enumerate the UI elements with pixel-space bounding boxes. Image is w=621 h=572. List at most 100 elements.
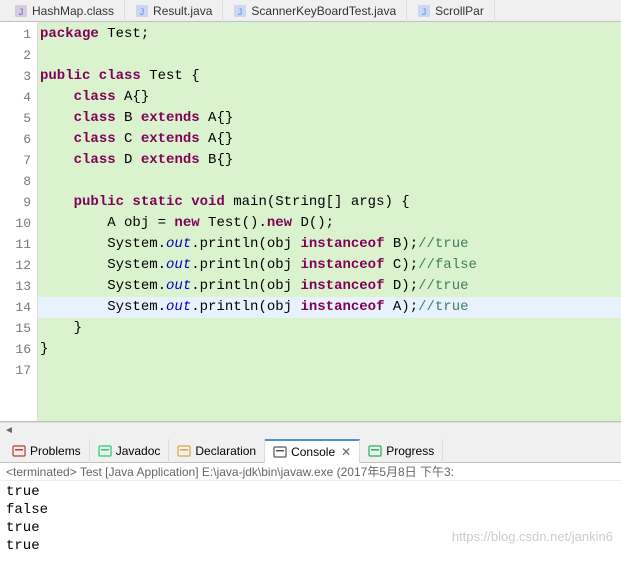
field-token: out: [166, 299, 191, 315]
code-line[interactable]: [38, 45, 621, 66]
comment-token: //true: [418, 236, 468, 252]
text-token: C: [116, 131, 141, 147]
line-number: 1: [0, 24, 37, 45]
java-file-icon: J: [417, 4, 431, 18]
code-line[interactable]: System.out.println(obj instanceof D);//t…: [38, 276, 621, 297]
code-line[interactable]: System.out.println(obj instanceof B);//t…: [38, 234, 621, 255]
text-token: .println(obj: [191, 278, 300, 294]
editor-tab-label: Result.java: [153, 4, 212, 18]
problems-icon: [12, 444, 26, 458]
editor-tab[interactable]: J Result.java: [125, 0, 223, 22]
code-line[interactable]: package Test;: [38, 24, 621, 45]
keyword-token: class: [74, 131, 116, 147]
code-line[interactable]: }: [38, 318, 621, 339]
text-token: .println(obj: [191, 299, 300, 315]
bottom-tab-console[interactable]: Console ✕: [265, 439, 360, 463]
console-status-line: <terminated> Test [Java Application] E:\…: [0, 463, 621, 481]
text-token: System.: [40, 257, 166, 273]
line-number: 8: [0, 171, 37, 192]
comment-token: //true: [418, 299, 468, 315]
code-line[interactable]: A obj = new Test().new D();: [38, 213, 621, 234]
svg-text:J: J: [238, 7, 243, 17]
line-number: 15: [0, 318, 37, 339]
text-token: [40, 110, 74, 126]
code-line[interactable]: class A{}: [38, 87, 621, 108]
bottom-tab-label: Javadoc: [116, 444, 161, 458]
code-line[interactable]: }: [38, 339, 621, 360]
console-line: true: [6, 483, 615, 501]
text-token: System.: [40, 236, 166, 252]
java-file-icon: J: [233, 4, 247, 18]
text-token: main(String[] args) {: [225, 194, 410, 210]
editor-tabbar: JHashMap.classJResult.javaJScannerKeyBoa…: [0, 0, 621, 22]
editor-tab-label: ScrollPar: [435, 4, 484, 18]
editor-tab-label: ScannerKeyBoardTest.java: [251, 4, 396, 18]
text-token: B: [116, 110, 141, 126]
keyword-token: class: [74, 110, 116, 126]
keyword-token: public class: [40, 68, 141, 84]
text-token: B);: [384, 236, 418, 252]
line-number: 12: [0, 255, 37, 276]
keyword-token: class: [74, 89, 116, 105]
code-line[interactable]: class C extends A{}: [38, 129, 621, 150]
keyword-token: extends: [141, 110, 200, 126]
bottom-tab-declaration[interactable]: Declaration: [169, 439, 265, 463]
keyword-token: instanceof: [300, 236, 384, 252]
text-token: D();: [292, 215, 334, 231]
text-token: C);: [384, 257, 418, 273]
code-line[interactable]: [38, 360, 621, 381]
text-token: [40, 89, 74, 105]
line-number: 16: [0, 339, 37, 360]
svg-text:J: J: [19, 7, 24, 17]
comment-token: //false: [418, 257, 477, 273]
code-line[interactable]: [38, 171, 621, 192]
console-line: false: [6, 501, 615, 519]
text-token: Test().: [200, 215, 267, 231]
java-file-icon: J: [135, 4, 149, 18]
bottom-tab-label: Declaration: [195, 444, 256, 458]
editor-tab[interactable]: J ScannerKeyBoardTest.java: [223, 0, 407, 22]
line-number-gutter: 1234567891011121314151617: [0, 22, 38, 421]
line-number: 13: [0, 276, 37, 297]
editor-horizontal-scrollbar[interactable]: ◄: [0, 422, 621, 439]
editor-area: 1234567891011121314151617 package Test;p…: [0, 22, 621, 422]
code-editor[interactable]: package Test; public class Test { class A…: [38, 22, 621, 421]
keyword-token: instanceof: [300, 257, 384, 273]
text-token: [40, 152, 74, 168]
field-token: out: [166, 278, 191, 294]
svg-text:J: J: [422, 7, 427, 17]
bottom-tab-problems[interactable]: Problems: [4, 439, 90, 463]
field-token: out: [166, 257, 191, 273]
editor-tab[interactable]: JHashMap.class: [4, 0, 125, 22]
line-number: 3: [0, 66, 37, 87]
line-number: 5: [0, 108, 37, 129]
line-number: 6: [0, 129, 37, 150]
bottom-tab-label: Console: [291, 445, 335, 459]
keyword-token: package: [40, 26, 99, 42]
code-line[interactable]: System.out.println(obj instanceof A);//t…: [38, 297, 621, 318]
console-output[interactable]: truefalsetruetrue: [0, 481, 621, 557]
line-number: 10: [0, 213, 37, 234]
code-line[interactable]: public class Test {: [38, 66, 621, 87]
bottom-tab-label: Progress: [386, 444, 434, 458]
line-number: 11: [0, 234, 37, 255]
watermark-text: https://blog.csdn.net/jankin6: [452, 529, 613, 544]
editor-tab[interactable]: J ScrollPar: [407, 0, 495, 22]
keyword-token: public static void: [74, 194, 225, 210]
scroll-left-arrow-icon[interactable]: ◄: [4, 425, 14, 436]
bottom-tab-javadoc[interactable]: Javadoc: [90, 439, 170, 463]
text-token: }: [40, 341, 48, 357]
keyword-token: extends: [141, 152, 200, 168]
code-line[interactable]: System.out.println(obj instanceof C);//f…: [38, 255, 621, 276]
bottom-tab-progress[interactable]: Progress: [360, 439, 443, 463]
code-line[interactable]: public static void main(String[] args) {: [38, 192, 621, 213]
text-token: A);: [384, 299, 418, 315]
bottom-tab-label: Problems: [30, 444, 81, 458]
text-token: [40, 131, 74, 147]
code-line[interactable]: class D extends B{}: [38, 150, 621, 171]
text-token: D);: [384, 278, 418, 294]
text-token: Test {: [141, 68, 200, 84]
text-token: A{}: [116, 89, 150, 105]
close-tab-icon[interactable]: ✕: [341, 445, 351, 459]
code-line[interactable]: class B extends A{}: [38, 108, 621, 129]
